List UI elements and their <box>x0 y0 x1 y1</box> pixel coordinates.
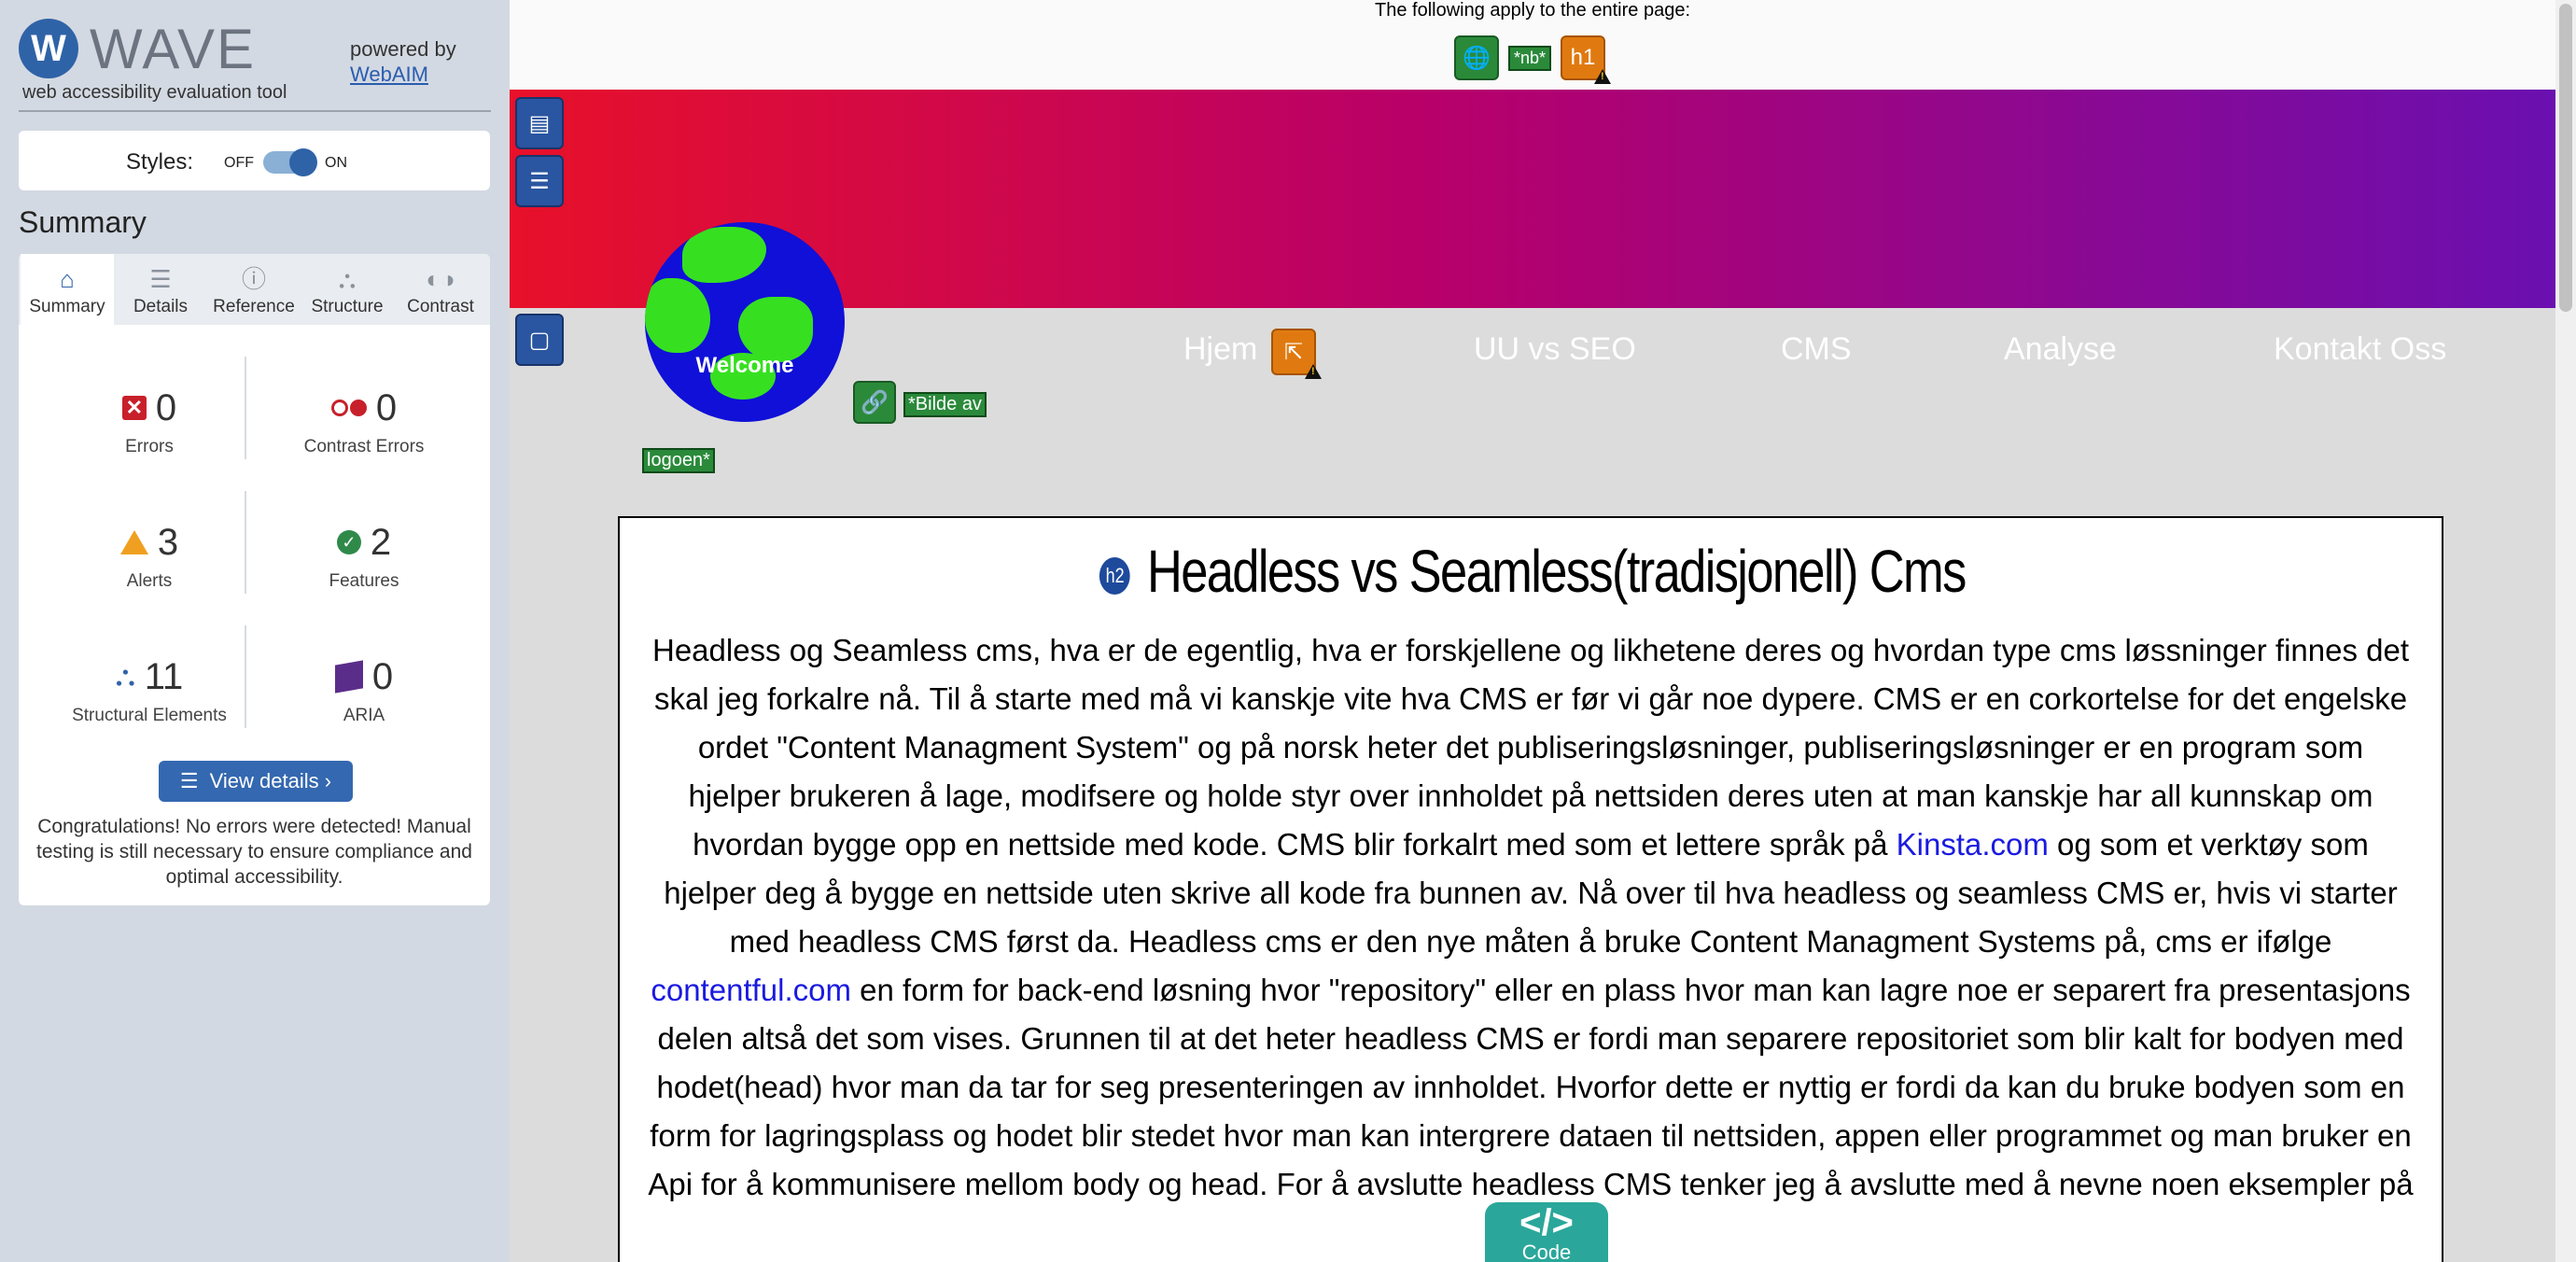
sidebar-divider <box>19 110 491 112</box>
contrast-errors-count: 0 <box>375 386 398 428</box>
alerts-count: 3 <box>157 521 179 563</box>
aria-count: 0 <box>371 655 394 697</box>
kinsta-link[interactable]: Kinsta.com <box>1897 827 2049 862</box>
congrats-message: Congratulations! No errors were detected… <box>36 816 472 888</box>
errors-label: Errors <box>125 437 174 456</box>
tab-structure-label: Structure <box>311 297 384 316</box>
nav-link-analyse[interactable]: Analyse <box>2004 331 2117 368</box>
code-icon: </> <box>1519 1202 1574 1243</box>
page-notice-text: The following apply to the entire page: <box>1375 0 1690 21</box>
powered-by-label: powered by <box>350 37 456 61</box>
list-icon: ☰ <box>149 265 172 293</box>
navigation-region-icon[interactable]: ☰ <box>515 155 564 207</box>
wave-logo-icon: W <box>19 19 78 78</box>
errors-count: 0 <box>155 386 177 428</box>
aria-label: ARIA <box>343 706 385 725</box>
code-label: Code <box>1521 1241 1572 1262</box>
tab-details-label: Details <box>133 297 189 316</box>
page-notice-bar: The following apply to the entire page: … <box>510 0 2555 90</box>
stat-divider <box>245 625 246 728</box>
nav-link-cms[interactable]: CMS <box>1781 331 1852 368</box>
warning-icon <box>1594 69 1612 84</box>
paragraph-text: en form for back-end løsning hvor "repos… <box>648 973 2414 1201</box>
stat-divider <box>245 357 246 459</box>
contrast-icon: ◐◑ <box>426 265 455 293</box>
view-details-label: View details › <box>209 769 332 792</box>
tab-summary[interactable]: ⌂ Summary <box>21 254 114 325</box>
alt-text-tag: logoen* <box>642 448 715 473</box>
summary-heading: Summary <box>19 205 147 239</box>
stat-errors: ✕ 0 Errors <box>47 385 252 457</box>
feature-icon: ✓ <box>336 530 361 554</box>
styles-toggle[interactable] <box>263 148 317 176</box>
page-level-icons: 🌐 *nb* h1 <box>1454 35 1612 84</box>
styles-off-label: OFF <box>224 155 254 171</box>
tab-contrast[interactable]: ◐◑ Contrast <box>394 254 487 325</box>
structure-icon: ⛬ <box>115 661 135 692</box>
contentful-link[interactable]: contentful.com <box>651 973 851 1007</box>
stat-divider <box>245 491 246 594</box>
language-icon[interactable]: 🌐 <box>1454 35 1499 80</box>
webaim-link[interactable]: WebAIM <box>350 63 428 87</box>
page-scrollbar[interactable] <box>2555 0 2576 1262</box>
scrollbar-thumb[interactable] <box>2559 4 2572 312</box>
structural-label: Structural Elements <box>72 706 227 725</box>
article-heading-text: Headless vs Seamless(tradisjonell) Cms <box>1146 538 1967 605</box>
alt-text-icon[interactable]: 🔗 <box>853 381 896 424</box>
nav-link-hjem[interactable]: Hjem <box>1183 331 1257 368</box>
stat-alerts: 3 Alerts <box>47 519 252 592</box>
info-icon: ⓘ <box>241 265 266 293</box>
styles-label: Styles: <box>126 149 194 175</box>
stat-aria: 0 ARIA <box>261 653 467 726</box>
stat-features: ✓ 2 Features <box>261 519 467 592</box>
wave-logo-subtitle: web accessibility evaluation tool <box>22 82 287 103</box>
warning-icon <box>1305 364 1322 379</box>
language-tag: *nb* <box>1508 45 1552 71</box>
code-toggle-button[interactable]: </> Code <box>1485 1202 1608 1262</box>
tab-summary-label: Summary <box>29 297 105 316</box>
view-details-button[interactable]: ☰ View details › <box>159 761 353 802</box>
redundant-link-alert-icon[interactable]: ⇱ <box>1271 329 1322 379</box>
h2-icon[interactable]: h2 <box>1099 557 1131 596</box>
nav-link-kontakt-oss[interactable]: Kontakt Oss <box>2274 331 2446 368</box>
main-region-icon[interactable]: ▢ <box>515 314 564 366</box>
article-box: h2 Headless vs Seamless(tradisjonell) Cm… <box>618 516 2443 1262</box>
structural-count: 11 <box>144 655 184 697</box>
styles-toggle-box: Styles: OFF ON <box>19 131 490 190</box>
styles-on-label: ON <box>325 155 347 171</box>
contrast-error-icon <box>330 400 367 416</box>
wave-logo-text: WAVE <box>90 18 257 80</box>
alert-icon <box>119 530 148 554</box>
alerts-label: Alerts <box>126 571 173 591</box>
tab-structure[interactable]: ⛬ Structure <box>301 254 394 325</box>
error-icon: ✕ <box>121 396 147 420</box>
nav-link-uu-vs-seo[interactable]: UU vs SEO <box>1474 331 1636 368</box>
home-icon: ⌂ <box>60 265 75 293</box>
missing-h1-alert-icon[interactable]: h1 <box>1561 35 1612 84</box>
toggle-knob[interactable] <box>289 148 317 176</box>
alt-text-tag: *Bilde av <box>903 392 987 417</box>
logo-welcome-text: Welcome <box>695 353 794 378</box>
features-label: Features <box>329 571 399 591</box>
stat-structural: ⛬ 11 Structural Elements <box>47 653 252 726</box>
list-icon: ☰ <box>179 769 199 792</box>
tab-contrast-label: Contrast <box>407 297 474 316</box>
aria-icon <box>334 660 363 694</box>
panel-tabs: ⌂ Summary ☰ Details ⓘ Reference ⛬ Struct… <box>19 254 490 325</box>
contrast-errors-label: Contrast Errors <box>303 437 425 456</box>
site-logo-image: Welcome <box>645 222 845 422</box>
page-preview: The following apply to the entire page: … <box>510 0 2555 1262</box>
header-region-icon[interactable]: ▤ <box>515 97 564 149</box>
tab-reference-label: Reference <box>213 297 295 316</box>
structure-icon: ⛬ <box>338 265 357 293</box>
h1-label: h1 <box>1570 45 1596 70</box>
wave-sidebar: W WAVE web accessibility evaluation tool… <box>0 0 510 1262</box>
article-paragraph: Headless og Seamless cms, hva er de egen… <box>648 626 2414 1209</box>
stat-contrast-errors: 0 Contrast Errors <box>261 385 467 457</box>
features-count: 2 <box>370 521 392 563</box>
article-heading: h2 Headless vs Seamless(tradisjonell) Cm… <box>784 537 2281 606</box>
tab-details[interactable]: ☰ Details <box>114 254 207 325</box>
summary-panel: ⌂ Summary ☰ Details ⓘ Reference ⛬ Struct… <box>19 254 490 905</box>
tab-reference[interactable]: ⓘ Reference <box>207 254 301 325</box>
